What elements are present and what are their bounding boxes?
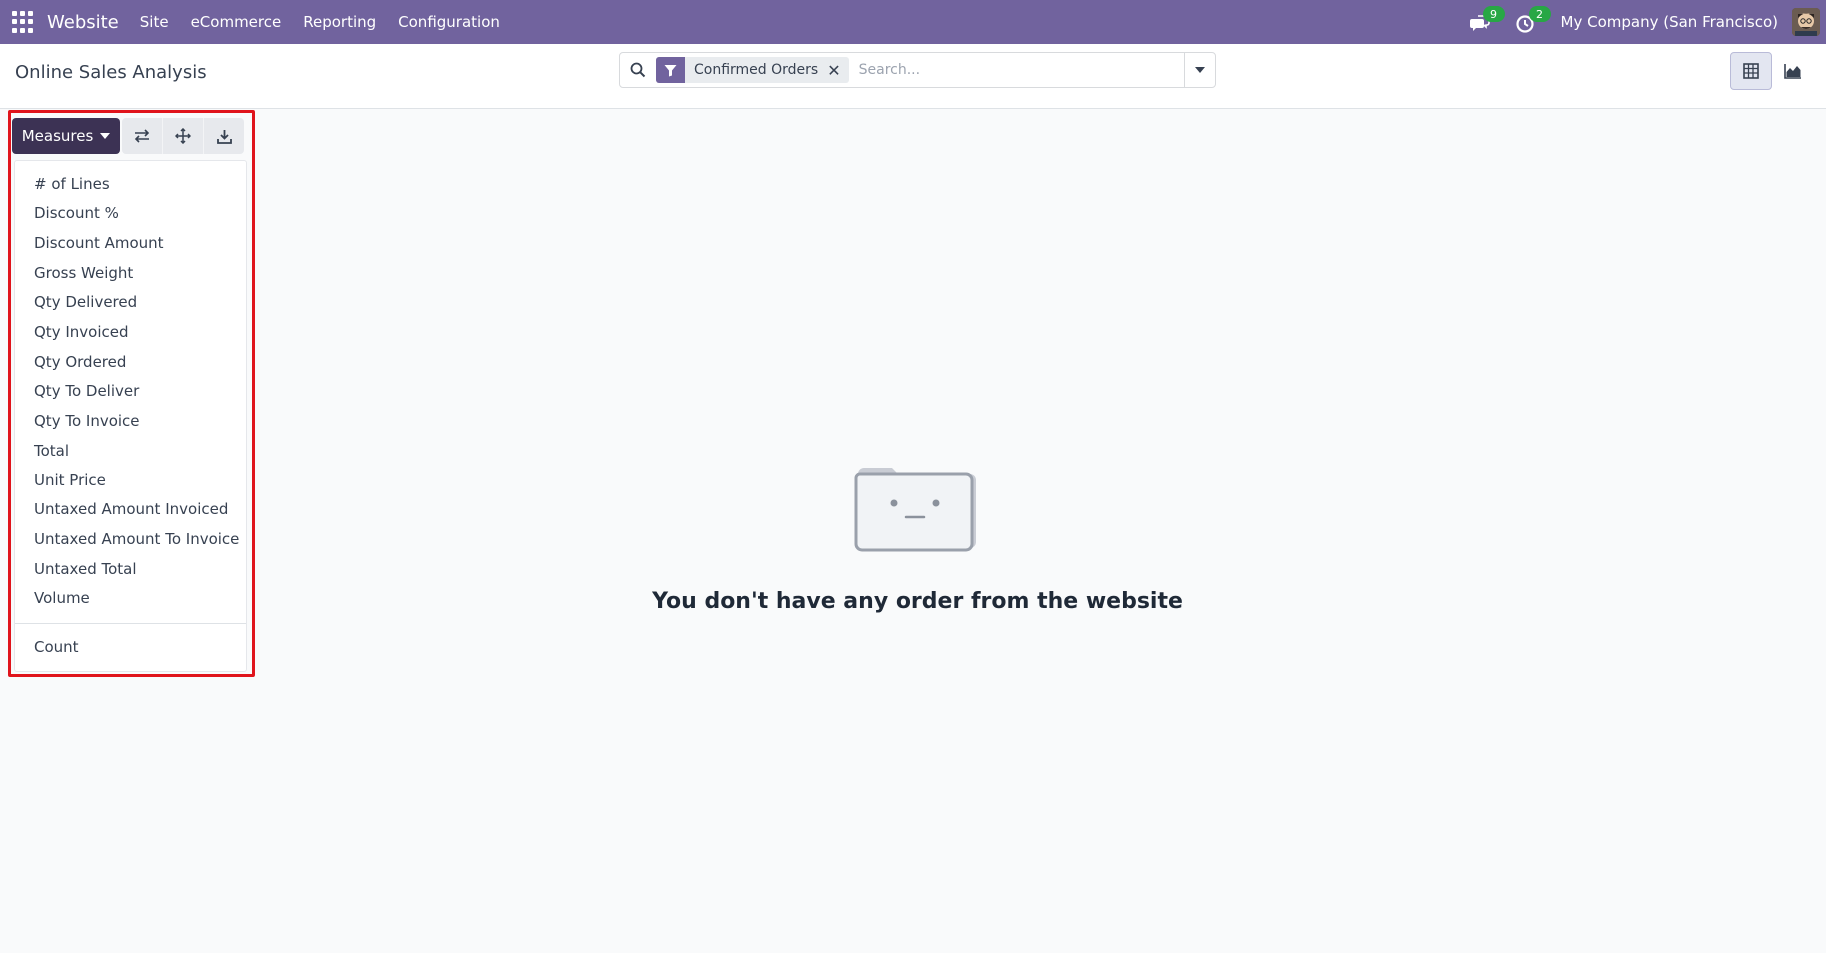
dropdown-divider — [15, 623, 246, 624]
search-icon[interactable] — [620, 53, 656, 87]
measure-option[interactable]: Qty To Deliver — [34, 382, 139, 400]
measures-label: Measures — [21, 127, 94, 145]
filter-icon — [656, 57, 685, 83]
expand-all-button[interactable] — [162, 118, 203, 154]
pivot-actions — [122, 118, 244, 154]
navbar-systray: 9 2 My Company (San Francisco) — [1469, 0, 1826, 44]
page-title: Online Sales Analysis — [15, 62, 207, 83]
measures-button[interactable]: Measures — [12, 118, 120, 154]
menu-reporting[interactable]: Reporting — [292, 13, 387, 31]
messages-badge: 9 — [1482, 6, 1505, 22]
graph-view-button[interactable] — [1772, 52, 1814, 90]
facet-remove-icon[interactable]: ✕ — [825, 61, 848, 80]
pivot-view-icon — [1743, 63, 1759, 79]
chevron-down-icon — [1195, 67, 1205, 73]
measure-option[interactable]: Unit Price — [34, 471, 106, 489]
caret-down-icon — [100, 133, 111, 139]
app-name[interactable]: Website — [47, 12, 119, 33]
menu-configuration[interactable]: Configuration — [387, 13, 511, 31]
messaging-button[interactable]: 9 — [1469, 6, 1505, 35]
apps-grid-icon[interactable] — [12, 11, 34, 33]
flip-axis-button[interactable] — [122, 118, 162, 154]
empty-folder-icon — [852, 460, 980, 560]
download-icon — [216, 129, 232, 144]
pivot-toolbar: Measures — [12, 118, 244, 154]
measure-option[interactable]: Discount Amount — [34, 234, 164, 252]
expand-all-icon — [175, 128, 191, 144]
avatar[interactable] — [1792, 8, 1820, 36]
activities-button[interactable]: 2 — [1515, 6, 1551, 35]
measure-option[interactable]: Discount % — [34, 204, 119, 222]
facet-label: Confirmed Orders — [694, 62, 819, 78]
measure-option[interactable]: Qty Invoiced — [34, 323, 128, 341]
measure-option[interactable]: Qty Ordered — [34, 353, 126, 371]
measure-option[interactable]: Qty To Invoice — [34, 412, 140, 430]
search-bar: Confirmed Orders ✕ — [619, 52, 1216, 88]
graph-view-icon — [1784, 64, 1801, 79]
measure-option[interactable]: Untaxed Total — [34, 560, 137, 578]
control-panel: Online Sales Analysis Confirmed Orders ✕ — [0, 44, 1826, 109]
top-navbar: Website Site eCommerce Reporting Configu… — [0, 0, 1826, 44]
measure-option[interactable]: Untaxed Amount To Invoice — [34, 530, 239, 548]
measure-option[interactable]: # of Lines — [34, 175, 110, 193]
search-facet: Confirmed Orders ✕ — [656, 57, 849, 83]
swap-axis-icon — [134, 129, 150, 143]
view-switcher — [1730, 52, 1814, 90]
measure-option[interactable]: Total — [34, 442, 69, 460]
search-options-toggle[interactable] — [1184, 53, 1215, 87]
pivot-view-button[interactable] — [1730, 52, 1772, 90]
user-avatar-icon — [1792, 8, 1820, 36]
measure-option-count[interactable]: Count — [34, 638, 79, 656]
activities-badge: 2 — [1528, 6, 1551, 22]
company-switcher[interactable]: My Company (San Francisco) — [1561, 13, 1778, 31]
search-input[interactable] — [852, 54, 1184, 86]
menu-site[interactable]: Site — [129, 13, 180, 31]
measure-option[interactable]: Gross Weight — [34, 264, 133, 282]
download-button[interactable] — [203, 118, 244, 154]
empty-state-message: You don't have any order from the websit… — [652, 589, 1183, 614]
measure-option[interactable]: Qty Delivered — [34, 293, 137, 311]
measure-option[interactable]: Untaxed Amount Invoiced — [34, 500, 228, 518]
menu-ecommerce[interactable]: eCommerce — [180, 13, 293, 31]
